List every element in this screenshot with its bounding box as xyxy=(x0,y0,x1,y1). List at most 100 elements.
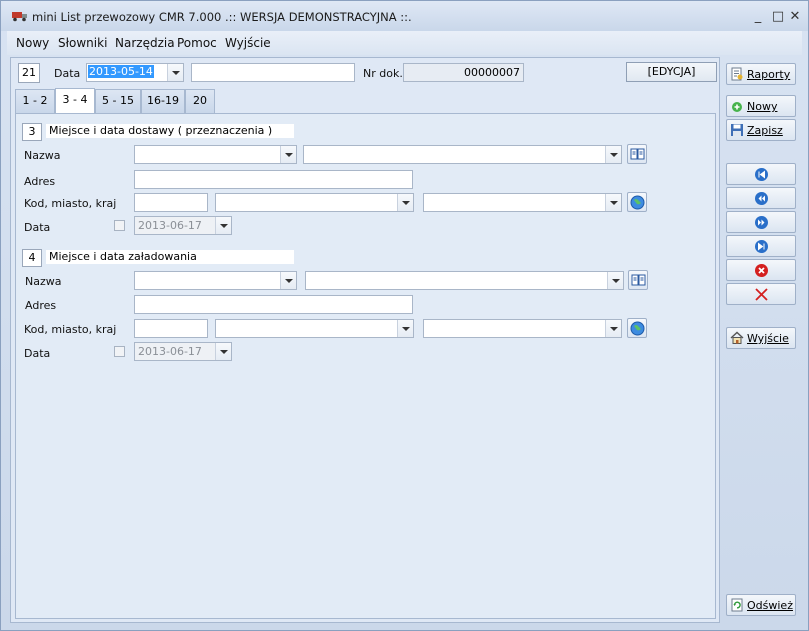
document-date-value: 2013-05-14 xyxy=(88,65,154,78)
section-3-address-book-button[interactable] xyxy=(627,144,647,164)
close-button[interactable]: ✕ xyxy=(787,9,803,25)
app-window: mini List przewozowy CMR 7.000 .:: WERSJ… xyxy=(0,0,809,631)
next-record-button[interactable] xyxy=(726,211,796,233)
menu-narzedzia[interactable]: Narzędzia xyxy=(115,36,175,50)
chevron-down-icon[interactable] xyxy=(397,320,413,337)
section-3-city-combo[interactable] xyxy=(215,193,414,212)
floppy-icon xyxy=(731,124,743,136)
section-4-name-label: Nazwa xyxy=(25,275,62,288)
section-3-date-combo[interactable]: 2013-06-17 xyxy=(134,216,232,235)
section-4-address-input[interactable] xyxy=(134,295,413,314)
date-label: Data xyxy=(54,67,81,80)
minimize-icon: _ xyxy=(754,9,762,24)
save-label: Zapisz xyxy=(747,124,783,137)
book-icon xyxy=(631,274,646,286)
maximize-icon: □ xyxy=(771,9,785,24)
exit-button[interactable]: Wyjście xyxy=(726,327,796,349)
refresh-label: Odśwież xyxy=(747,599,793,612)
new-button[interactable]: Nowy xyxy=(726,95,796,117)
section-3-name-label: Nazwa xyxy=(24,149,61,162)
chevron-down-icon[interactable] xyxy=(397,194,413,211)
section-4-name-detail-combo[interactable] xyxy=(305,271,624,290)
tab-3-4[interactable]: 3 - 4 xyxy=(55,88,95,114)
section-3-number: 3 xyxy=(22,123,42,141)
section-3-date-checkbox[interactable] xyxy=(114,220,125,231)
tab-5-15[interactable]: 5 - 15 xyxy=(95,89,141,113)
chevron-down-icon[interactable] xyxy=(167,64,183,81)
refresh-icon xyxy=(731,598,743,612)
maximize-button[interactable]: □ xyxy=(770,9,786,25)
edit-mode-indicator: [EDYCJA] xyxy=(626,62,717,82)
section-4-date-label: Data xyxy=(24,347,51,360)
section-3-title: Miejsce i data dostawy ( przeznaczenia ) xyxy=(46,124,294,138)
section-4-city-combo[interactable] xyxy=(215,319,414,338)
section-3-date-value: 2013-06-17 xyxy=(138,219,202,232)
close-icon: ✕ xyxy=(789,9,801,24)
chevron-down-icon[interactable] xyxy=(605,194,621,211)
action-sidebar: Raporty Nowy Zapisz Wyjście Odśwież xyxy=(722,57,802,623)
first-record-button[interactable] xyxy=(726,163,796,185)
document-date-combo[interactable]: 2013-05-14 xyxy=(86,63,184,82)
menu-bar: Nowy Słowniki Narzędzia Pomoc Wyjście xyxy=(7,31,802,55)
cancel-icon xyxy=(755,288,768,301)
section-4-date-checkbox[interactable] xyxy=(114,346,125,357)
section-4-country-combo[interactable] xyxy=(423,319,622,338)
section-4-name-combo[interactable] xyxy=(134,271,297,290)
doc-number-field: 00000007 xyxy=(403,63,524,82)
section-4-address-label: Adres xyxy=(25,299,57,312)
next-record-icon xyxy=(755,216,768,229)
reports-button[interactable]: Raporty xyxy=(726,63,796,85)
menu-nowy[interactable]: Nowy xyxy=(16,36,49,50)
section-3-map-button[interactable] xyxy=(627,192,647,212)
section-4-postal-label: Kod, miasto, kraj xyxy=(24,323,117,336)
tab-16-19[interactable]: 16-19 xyxy=(141,89,185,113)
previous-record-icon xyxy=(755,192,768,205)
tab-20[interactable]: 20 xyxy=(185,89,215,113)
cancel-button[interactable] xyxy=(726,283,796,305)
exit-label: Wyjście xyxy=(747,332,789,345)
delete-icon xyxy=(755,264,768,277)
window-title: mini List przewozowy CMR 7.000 .:: WERSJ… xyxy=(32,10,412,24)
book-icon xyxy=(630,148,645,160)
document-extra-input[interactable] xyxy=(191,63,355,82)
last-record-button[interactable] xyxy=(726,235,796,257)
save-button[interactable]: Zapisz xyxy=(726,119,796,141)
chevron-down-icon[interactable] xyxy=(215,217,231,234)
delete-button[interactable] xyxy=(726,259,796,281)
section-3-postal-code-input[interactable] xyxy=(134,193,208,212)
section-4-date-value: 2013-06-17 xyxy=(138,345,202,358)
chevron-down-icon[interactable] xyxy=(215,343,231,360)
previous-record-button[interactable] xyxy=(726,187,796,209)
chevron-down-icon[interactable] xyxy=(605,320,621,337)
last-record-icon xyxy=(755,240,768,253)
chevron-down-icon[interactable] xyxy=(280,146,296,163)
menu-wyjscie[interactable]: Wyjście xyxy=(225,36,271,50)
home-icon xyxy=(730,331,744,344)
section-3-name-combo[interactable] xyxy=(134,145,297,164)
section-4-postal-code-input[interactable] xyxy=(134,319,208,338)
chevron-down-icon[interactable] xyxy=(280,272,296,289)
menu-slowniki[interactable]: Słowniki xyxy=(58,36,107,50)
section-3-name-detail-combo[interactable] xyxy=(303,145,622,164)
globe-icon xyxy=(630,321,645,336)
section-3-postal-label: Kod, miasto, kraj xyxy=(24,197,117,210)
refresh-button[interactable]: Odśwież xyxy=(726,594,796,616)
reports-label: Raporty xyxy=(747,68,791,81)
tab-1-2[interactable]: 1 - 2 xyxy=(15,89,55,113)
section-4-date-combo[interactable]: 2013-06-17 xyxy=(134,342,232,361)
first-record-icon xyxy=(755,168,768,181)
menu-pomoc[interactable]: Pomoc xyxy=(177,36,217,50)
section-4-address-book-button[interactable] xyxy=(628,270,648,290)
globe-icon xyxy=(630,195,645,210)
add-icon xyxy=(732,102,742,112)
section-4-map-button[interactable] xyxy=(627,318,647,338)
minimize-button[interactable]: _ xyxy=(750,9,766,25)
section-3-date-label: Data xyxy=(24,221,51,234)
title-bar: mini List przewozowy CMR 7.000 .:: WERSJ… xyxy=(1,1,808,31)
main-panel: 21 Data 2013-05-14 Nr dok. 00000007 [EDY… xyxy=(10,57,720,623)
chevron-down-icon[interactable] xyxy=(605,146,621,163)
section-3-address-input[interactable] xyxy=(134,170,413,189)
truck-icon xyxy=(12,12,27,22)
chevron-down-icon[interactable] xyxy=(607,272,623,289)
section-3-country-combo[interactable] xyxy=(423,193,622,212)
